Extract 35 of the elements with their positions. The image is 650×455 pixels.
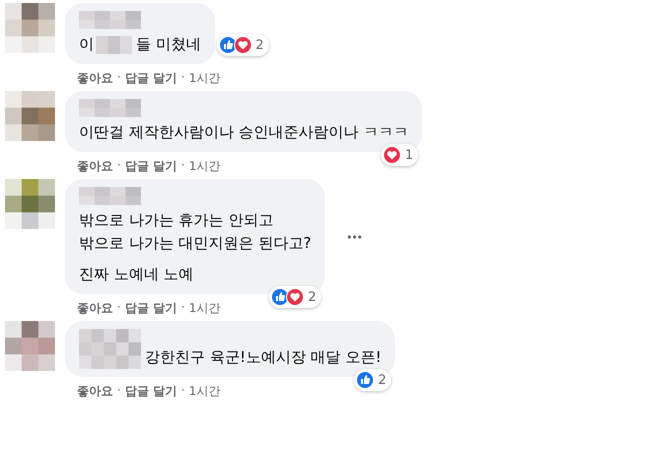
reply-link[interactable]: 답글 달기: [124, 70, 178, 87]
reply-link[interactable]: 답글 달기: [124, 300, 178, 317]
separator-dot: ·: [117, 383, 121, 399]
reaction-count[interactable]: 2: [354, 369, 392, 391]
more-button[interactable]: •••: [343, 226, 367, 248]
comment-text: 들 미쳤네: [136, 34, 201, 55]
like-icon: [356, 371, 374, 389]
redacted-text: [96, 36, 132, 54]
reaction-count[interactable]: 1: [381, 144, 418, 166]
comment-text: 밖으로 나가는 휴가는 안되고: [79, 210, 274, 231]
like-link[interactable]: 좋아요: [77, 300, 113, 317]
timestamp: 1시간: [188, 383, 220, 400]
separator-dot: ·: [117, 300, 121, 316]
separator-dot: ·: [181, 300, 185, 316]
timestamp: 1시간: [188, 70, 220, 87]
comment-text: 밖으로 나가는 대민지원은 된다고?: [79, 233, 312, 254]
separator-dot: ·: [181, 383, 185, 399]
reaction-count[interactable]: 2: [268, 286, 322, 308]
reaction-count[interactable]: 2: [216, 34, 269, 56]
timestamp: 1시간: [188, 300, 220, 317]
comment-text: 이: [79, 34, 94, 55]
reply-link[interactable]: 답글 달기: [124, 383, 178, 400]
separator-dot: ·: [181, 158, 185, 174]
separator-dot: ·: [181, 70, 185, 86]
reply-link[interactable]: 답글 달기: [124, 158, 178, 175]
separator-dot: ·: [117, 70, 121, 86]
comment-text: 이딴걸 제작한사람이나 승인내준사람이나 ㅋㅋㅋ: [79, 122, 408, 143]
like-link[interactable]: 좋아요: [77, 70, 113, 87]
redacted-text: [79, 329, 141, 369]
separator-dot: ·: [117, 158, 121, 174]
like-link[interactable]: 좋아요: [77, 158, 113, 175]
like-link[interactable]: 좋아요: [77, 383, 113, 400]
comment-text: 강한친구 육군!노예시장 매달 오픈!: [145, 347, 382, 368]
comment-text: 진짜 노예네 노예: [79, 264, 194, 285]
timestamp: 1시간: [188, 158, 220, 175]
